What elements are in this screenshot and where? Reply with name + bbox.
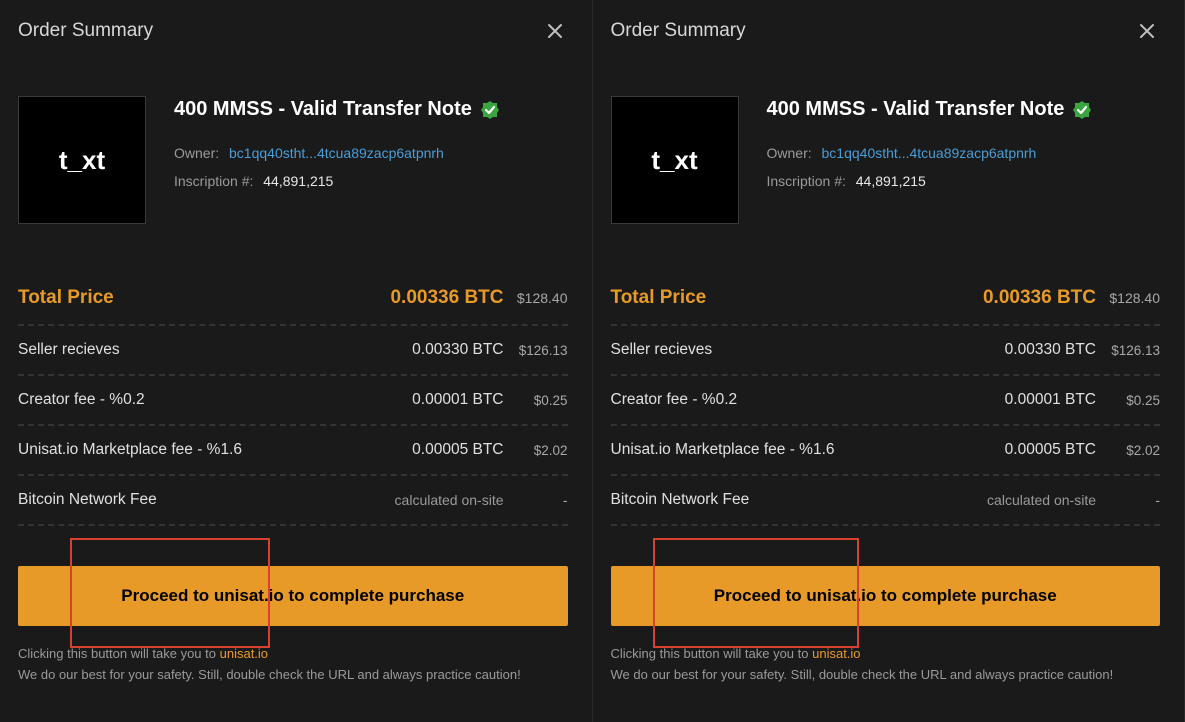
order-summary-panel-right: Order Summary t_xt 400 MMSS - Valid Tran…	[593, 0, 1185, 722]
panel-title: Order Summary	[611, 20, 746, 42]
row-network: Bitcoin Network Fee calculated on-site -	[18, 476, 568, 526]
item-title: 400 MMSS - Valid Transfer Note	[174, 98, 472, 121]
footer-line1: Clicking this button will take you to un…	[611, 644, 1161, 665]
footer-link[interactable]: unisat.io	[220, 646, 268, 661]
inscription-line: Inscription #: 44,891,215	[174, 173, 500, 189]
owner-link[interactable]: bc1qq40stht...4tcua89zacp6atpnrh	[822, 145, 1037, 161]
row-total-label: Total Price	[18, 287, 384, 309]
row-marketplace: Unisat.io Marketplace fee - %1.6 0.00005…	[611, 426, 1161, 476]
row-seller-label: Seller recieves	[611, 341, 977, 359]
item-title: 400 MMSS - Valid Transfer Note	[767, 98, 1065, 121]
row-marketplace: Unisat.io Marketplace fee - %1.6 0.00005…	[18, 426, 568, 476]
row-total-btc: 0.00336 BTC	[384, 287, 504, 309]
footer-line2: We do our best for your safety. Still, d…	[611, 665, 1161, 686]
inscription-value: 44,891,215	[856, 173, 926, 189]
cta-wrap: Proceed to unisat.io to complete purchas…	[611, 566, 1161, 626]
item-meta: 400 MMSS - Valid Transfer Note Owner: bc…	[174, 96, 500, 224]
row-seller-btc: 0.00330 BTC	[384, 341, 504, 359]
owner-link[interactable]: bc1qq40stht...4tcua89zacp6atpnrh	[229, 145, 444, 161]
row-network-note: calculated on-site	[384, 492, 504, 508]
row-marketplace-label: Unisat.io Marketplace fee - %1.6	[18, 441, 384, 459]
inscription-label: Inscription #:	[767, 173, 846, 189]
owner-label: Owner:	[174, 145, 219, 161]
row-network-dash: -	[504, 492, 568, 508]
footer-line2: We do our best for your safety. Still, d…	[18, 665, 568, 686]
row-marketplace-btc: 0.00005 BTC	[384, 441, 504, 459]
owner-line: Owner: bc1qq40stht...4tcua89zacp6atpnrh	[174, 145, 500, 161]
row-network-dash: -	[1096, 492, 1160, 508]
item-meta: 400 MMSS - Valid Transfer Note Owner: bc…	[767, 96, 1093, 224]
row-total-usd: $128.40	[1096, 290, 1160, 306]
item-title-row: 400 MMSS - Valid Transfer Note	[767, 98, 1093, 121]
row-total: Total Price 0.00336 BTC $128.40	[18, 272, 568, 326]
row-marketplace-btc: 0.00005 BTC	[976, 441, 1096, 459]
row-creator-label: Creator fee - %0.2	[18, 391, 384, 409]
row-seller: Seller recieves 0.00330 BTC $126.13	[18, 326, 568, 376]
row-marketplace-usd: $2.02	[504, 443, 568, 458]
row-marketplace-usd: $2.02	[1096, 443, 1160, 458]
row-seller-btc: 0.00330 BTC	[976, 341, 1096, 359]
price-rows: Total Price 0.00336 BTC $128.40 Seller r…	[611, 272, 1161, 526]
proceed-button[interactable]: Proceed to unisat.io to complete purchas…	[611, 566, 1161, 626]
proceed-button[interactable]: Proceed to unisat.io to complete purchas…	[18, 566, 568, 626]
footer-line1-pre: Clicking this button will take you to	[18, 646, 220, 661]
row-creator-usd: $0.25	[1096, 393, 1160, 408]
inscription-value: 44,891,215	[263, 173, 333, 189]
inscription-label: Inscription #:	[174, 173, 253, 189]
item-block: t_xt 400 MMSS - Valid Transfer Note Owne…	[18, 96, 568, 224]
row-creator-label: Creator fee - %0.2	[611, 391, 977, 409]
row-creator-btc: 0.00001 BTC	[976, 391, 1096, 409]
row-network-note: calculated on-site	[976, 492, 1096, 508]
row-seller: Seller recieves 0.00330 BTC $126.13	[611, 326, 1161, 376]
panel-header: Order Summary	[611, 18, 1161, 44]
inscription-line: Inscription #: 44,891,215	[767, 173, 1093, 189]
row-total: Total Price 0.00336 BTC $128.40	[611, 272, 1161, 326]
row-total-btc: 0.00336 BTC	[976, 287, 1096, 309]
item-thumbnail-text: t_xt	[651, 145, 697, 176]
row-total-label: Total Price	[611, 287, 977, 309]
row-seller-label: Seller recieves	[18, 341, 384, 359]
row-marketplace-label: Unisat.io Marketplace fee - %1.6	[611, 441, 977, 459]
panel-header: Order Summary	[18, 18, 568, 44]
row-creator-btc: 0.00001 BTC	[384, 391, 504, 409]
footer-note: Clicking this button will take you to un…	[611, 644, 1161, 686]
order-summary-panel-left: Order Summary t_xt 400 MMSS - Valid Tran…	[0, 0, 593, 722]
close-icon	[1138, 22, 1156, 40]
item-thumbnail: t_xt	[611, 96, 739, 224]
owner-line: Owner: bc1qq40stht...4tcua89zacp6atpnrh	[767, 145, 1093, 161]
row-creator: Creator fee - %0.2 0.00001 BTC $0.25	[18, 376, 568, 426]
close-button[interactable]	[1134, 18, 1160, 44]
item-block: t_xt 400 MMSS - Valid Transfer Note Owne…	[611, 96, 1161, 224]
cta-wrap: Proceed to unisat.io to complete purchas…	[18, 566, 568, 626]
verified-icon	[1072, 100, 1092, 120]
close-icon	[546, 22, 564, 40]
row-seller-usd: $126.13	[1096, 343, 1160, 358]
verified-icon	[480, 100, 500, 120]
close-button[interactable]	[542, 18, 568, 44]
row-total-usd: $128.40	[504, 290, 568, 306]
owner-label: Owner:	[767, 145, 812, 161]
row-network-label: Bitcoin Network Fee	[18, 491, 384, 509]
row-seller-usd: $126.13	[504, 343, 568, 358]
footer-note: Clicking this button will take you to un…	[18, 644, 568, 686]
footer-link[interactable]: unisat.io	[812, 646, 860, 661]
item-thumbnail: t_xt	[18, 96, 146, 224]
row-network-label: Bitcoin Network Fee	[611, 491, 977, 509]
footer-line1-pre: Clicking this button will take you to	[611, 646, 813, 661]
panel-title: Order Summary	[18, 20, 153, 42]
row-creator: Creator fee - %0.2 0.00001 BTC $0.25	[611, 376, 1161, 426]
item-title-row: 400 MMSS - Valid Transfer Note	[174, 98, 500, 121]
row-creator-usd: $0.25	[504, 393, 568, 408]
item-thumbnail-text: t_xt	[59, 145, 105, 176]
price-rows: Total Price 0.00336 BTC $128.40 Seller r…	[18, 272, 568, 526]
footer-line1: Clicking this button will take you to un…	[18, 644, 568, 665]
row-network: Bitcoin Network Fee calculated on-site -	[611, 476, 1161, 526]
